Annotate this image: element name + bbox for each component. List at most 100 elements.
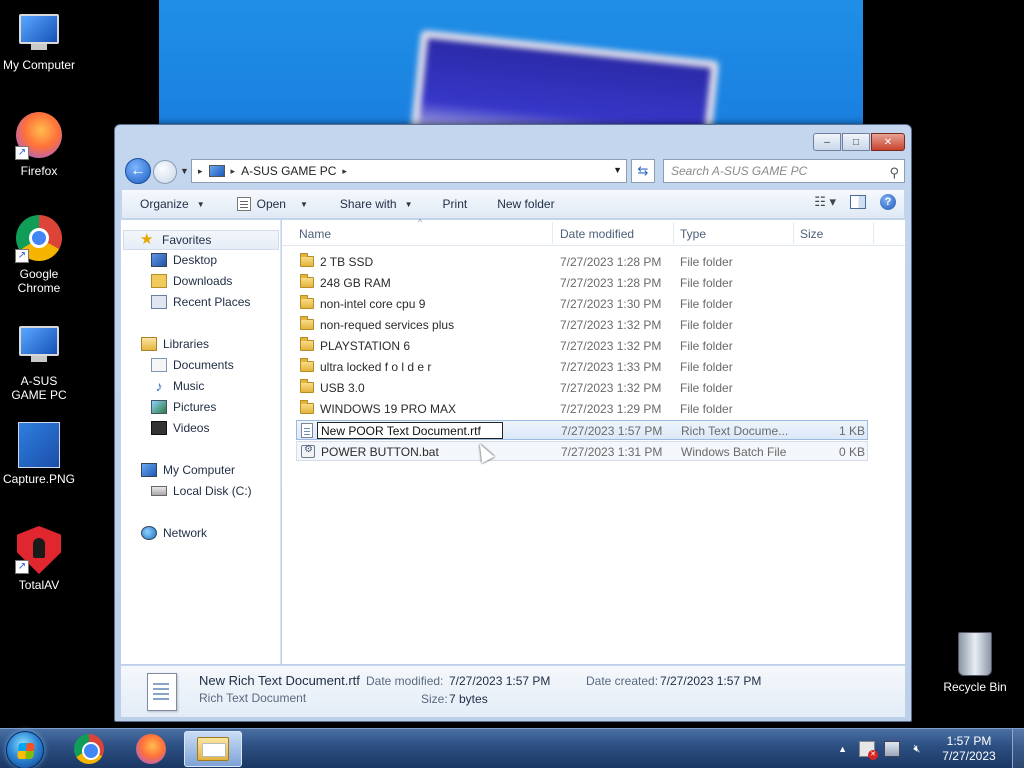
desktop-icon-label: A-SUS GAME PC <box>11 374 67 402</box>
nav-desktop[interactable]: Desktop <box>151 253 217 267</box>
desktop-icon-label: TotalAV <box>18 578 60 592</box>
taskbar-firefox[interactable] <box>126 731 176 767</box>
start-button[interactable] <box>6 731 44 768</box>
search-icon[interactable]: ⚲ <box>889 162 899 184</box>
nav-documents[interactable]: Documents <box>151 358 234 372</box>
address-bar[interactable]: ▸ ▸ A-SUS GAME PC ▸ ▼ <box>191 159 627 183</box>
file-row-bat[interactable]: POWER BUTTON.bat 7/27/2023 1:31 PM Windo… <box>296 441 868 461</box>
clock[interactable]: 1:57 PM 7/27/2023 <box>934 734 1004 764</box>
file-size: 0 KB <box>838 445 865 459</box>
refresh-button[interactable]: ⇆ <box>631 159 655 183</box>
nav-pictures[interactable]: Pictures <box>151 400 216 414</box>
organize-button[interactable]: Organize ▼ <box>122 197 205 211</box>
shortcut-arrow-icon: ↗ <box>15 146 29 160</box>
rename-input[interactable] <box>317 422 503 439</box>
column-divider[interactable] <box>793 222 794 244</box>
nav-label: Favorites <box>162 233 212 247</box>
nav-my-computer[interactable]: My Computer <box>141 463 235 477</box>
file-date: 7/27/2023 1:57 PM <box>561 424 663 438</box>
column-divider[interactable] <box>552 222 553 244</box>
breadcrumb-separator[interactable]: ▸ <box>231 166 236 177</box>
nav-label: Libraries <box>163 337 210 351</box>
recent-pages-dropdown[interactable]: ▼ <box>180 166 189 176</box>
preview-pane-icon[interactable] <box>850 195 866 209</box>
file-date: 7/27/2023 1:32 PM <box>560 339 662 353</box>
minimize-button[interactable]: – <box>813 133 841 151</box>
file-name: 248 GB RAM <box>320 276 391 290</box>
nav-label: Documents <box>173 358 234 372</box>
taskbar-explorer[interactable] <box>184 731 242 767</box>
network-status-icon[interactable] <box>884 741 900 757</box>
breadcrumb-separator[interactable]: ▸ <box>342 166 347 177</box>
search-input[interactable] <box>671 164 871 178</box>
desktop-icon-label: Google Chrome <box>17 267 61 295</box>
nav-music[interactable]: ♪ Music <box>151 378 205 394</box>
desktop-icon-capture-png[interactable]: Capture.PNG <box>1 422 77 486</box>
desktop-icon-totalav[interactable]: ↗ TotalAV <box>1 526 77 592</box>
desktop-icon-recycle-bin[interactable]: Recycle Bin <box>937 632 1013 694</box>
column-header-date-modified[interactable]: Date modified <box>560 227 634 241</box>
show-hidden-icons-icon[interactable]: ▲ <box>838 744 847 754</box>
back-button[interactable]: ← <box>125 158 151 184</box>
file-date: 7/27/2023 1:29 PM <box>560 402 662 416</box>
file-row-folder[interactable]: USB 3.0 7/27/2023 1:32 PM File folder <box>296 378 868 398</box>
desktop-icon-firefox[interactable]: ↗ Firefox <box>1 112 77 178</box>
recent-places-icon <box>151 295 167 309</box>
music-icon: ♪ <box>155 378 163 394</box>
print-button[interactable]: Print <box>413 197 468 211</box>
open-button[interactable]: Open ▼ <box>205 197 308 211</box>
nav-downloads[interactable]: Downloads <box>151 274 232 288</box>
column-headers: ^ Name Date modified Type Size <box>282 218 905 246</box>
new-folder-button[interactable]: New folder <box>467 197 554 211</box>
details-date-modified: 7/27/2023 1:57 PM <box>449 674 551 688</box>
close-button[interactable]: ✕ <box>871 133 905 151</box>
desktop-icon-google-chrome[interactable]: ↗ Google Chrome <box>1 215 77 295</box>
breadcrumb-current[interactable]: A-SUS GAME PC <box>241 164 336 178</box>
recycle-bin-icon <box>958 632 992 676</box>
column-divider[interactable] <box>873 222 874 244</box>
file-row-folder[interactable]: non-intel core cpu 9 7/27/2023 1:30 PM F… <box>296 294 868 314</box>
file-row-folder[interactable]: non-requed services plus 7/27/2023 1:32 … <box>296 315 868 335</box>
batch-file-icon <box>301 444 315 458</box>
folder-icon <box>300 253 314 267</box>
column-header-size[interactable]: Size <box>800 227 823 241</box>
file-name: non-intel core cpu 9 <box>320 297 426 311</box>
explorer-window: – □ ✕ ← ▼ ▸ ▸ A-SUS GAME PC ▸ ▼ ⇆ ⚲ Orga… <box>114 124 912 722</box>
file-row-folder[interactable]: 2 TB SSD 7/27/2023 1:28 PM File folder <box>296 252 868 272</box>
file-row-rtf-selected[interactable]: 7/27/2023 1:57 PM Rich Text Docume... 1 … <box>296 420 868 440</box>
details-size-label: Size: <box>421 692 448 706</box>
file-type: File folder <box>680 255 733 269</box>
action-center-flag-icon[interactable] <box>859 741 878 760</box>
maximize-button[interactable]: □ <box>842 133 870 151</box>
volume-muted-icon[interactable]: 🔇︎ <box>909 741 925 757</box>
file-type: Rich Text Docume... <box>681 424 789 438</box>
toolbar-right-group: ☷ ▾ ? <box>814 194 896 210</box>
downloads-icon <box>151 274 167 288</box>
file-row-folder[interactable]: WINDOWS 19 PRO MAX 7/27/2023 1:29 PM Fil… <box>296 399 868 419</box>
change-view-icon[interactable]: ☷ ▾ <box>814 194 836 210</box>
details-date-created-label: Date created: <box>586 674 659 688</box>
nav-recent-places[interactable]: Recent Places <box>151 295 250 309</box>
nav-libraries[interactable]: Libraries <box>141 337 209 351</box>
address-dropdown-icon[interactable]: ▼ <box>613 165 622 175</box>
column-header-type[interactable]: Type <box>680 227 706 241</box>
help-icon[interactable]: ? <box>880 194 896 210</box>
search-box[interactable]: ⚲ <box>663 159 905 183</box>
nav-local-disk[interactable]: Local Disk (C:) <box>151 484 252 498</box>
file-row-folder[interactable]: PLAYSTATION 6 7/27/2023 1:32 PM File fol… <box>296 336 868 356</box>
share-with-button[interactable]: Share with ▼ <box>308 197 413 211</box>
file-row-folder[interactable]: 248 GB RAM 7/27/2023 1:28 PM File folder <box>296 273 868 293</box>
taskbar-chrome[interactable] <box>64 731 114 767</box>
column-divider[interactable] <box>673 222 674 244</box>
forward-button[interactable] <box>153 160 177 184</box>
nav-videos[interactable]: Videos <box>151 421 209 435</box>
nav-favorites[interactable]: ★ Favorites <box>123 230 279 250</box>
nav-network[interactable]: Network <box>141 526 207 540</box>
file-row-folder[interactable]: ultra locked f o l d e r 7/27/2023 1:33 … <box>296 357 868 377</box>
show-desktop-button[interactable] <box>1012 729 1024 768</box>
column-header-name[interactable]: Name <box>299 227 331 241</box>
file-name: 2 TB SSD <box>320 255 374 269</box>
desktop-icon-asus-game-pc[interactable]: A-SUS GAME PC <box>1 322 77 402</box>
refresh-icon: ⇆ <box>637 163 649 178</box>
desktop-icon-my-computer[interactable]: My Computer <box>1 10 77 72</box>
